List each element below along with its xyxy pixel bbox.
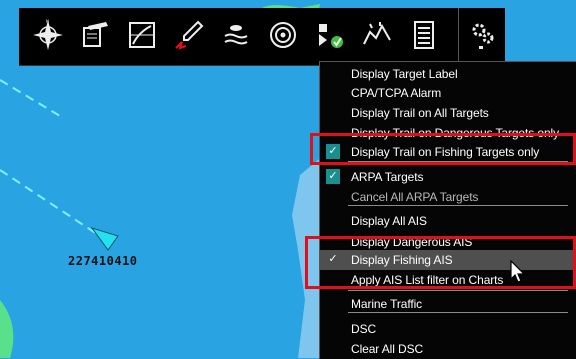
menu-item[interactable]: Clear All DSC <box>320 339 576 359</box>
menu-item[interactable]: Display Trail on All Targets <box>320 103 576 123</box>
notebook-pen-icon[interactable] <box>78 18 112 52</box>
vessel-track-line-2 <box>0 79 61 117</box>
toolbar-divider <box>458 8 459 65</box>
menu-item: Cancel All ARPA Targets <box>320 187 576 207</box>
menu-item[interactable]: Display Trail on Dangerous Targets only <box>320 123 576 143</box>
menu-item[interactable]: DSC <box>320 319 576 339</box>
menu-item-label: Display Target Label <box>351 67 458 81</box>
menu-item[interactable]: Display Dangerous AIS <box>320 232 576 252</box>
layers-check-icon[interactable] <box>313 18 347 52</box>
menu-item[interactable]: ✓ Display Fishing AIS <box>320 250 576 270</box>
compass-rose-icon[interactable]: N <box>31 18 65 52</box>
route-pencil-icon[interactable] <box>172 18 206 52</box>
checkmark-icon: ✓ <box>326 169 340 184</box>
menu-item-label: ARPA Targets <box>351 170 424 184</box>
settings-gears-icon[interactable] <box>465 18 499 52</box>
menu-item-label: Display Trail on All Targets <box>351 106 489 120</box>
menu-item[interactable]: Display Target Label <box>320 64 576 84</box>
menu-item[interactable]: CPA/TCPA Alarm <box>320 83 576 103</box>
data-list-icon[interactable] <box>407 18 441 52</box>
checkmark-icon: ✓ <box>326 144 340 159</box>
menu-item-label: Display Trail on Dangerous Targets only <box>351 126 559 140</box>
ais-settings-dropdown-menu: Display Target Label CPA/TCPA Alarm Displa… <box>319 61 576 359</box>
menu-item-label: DSC <box>351 322 377 336</box>
svg-text:N: N <box>46 19 49 24</box>
menu-item-label: CPA/TCPA Alarm <box>351 86 442 100</box>
mouse-cursor-icon <box>510 260 526 283</box>
menu-item-label: Clear All DSC <box>351 342 424 356</box>
menu-separator <box>348 312 568 313</box>
menu-separator <box>348 161 568 162</box>
chart-grid-icon[interactable] <box>125 18 159 52</box>
menu-separator <box>348 205 568 206</box>
vessel-mmsi-label: 227410410 <box>68 254 138 268</box>
menu-item[interactable]: ✓ ARPA Targets <box>320 167 576 187</box>
checkmark-icon: ✓ <box>328 253 338 265</box>
land-area-bottom <box>0 300 14 358</box>
menu-item-label: Apply AIS List filter on Charts <box>351 273 504 287</box>
menu-separator <box>348 290 568 291</box>
menu-item-label: Display Dangerous AIS <box>351 235 473 249</box>
ais-vessel-icon <box>90 227 119 251</box>
menu-item[interactable]: Apply AIS List filter on Charts <box>320 270 576 290</box>
main-toolbar: N <box>19 8 505 66</box>
menu-item[interactable]: Marine Traffic <box>320 294 576 314</box>
vessel-track-line <box>0 169 101 237</box>
menu-item-label: Cancel All ARPA Targets <box>351 190 479 204</box>
menu-item[interactable]: ✓ Display Trail on Fishing Targets only <box>320 142 576 162</box>
menu-item-label: Display Fishing AIS <box>351 253 453 267</box>
menu-item-label: Display Trail on Fishing Targets only <box>351 145 540 159</box>
tide-current-icon[interactable] <box>360 18 394 52</box>
menu-item[interactable]: Display All AIS <box>320 211 576 231</box>
ais-wave-icon[interactable] <box>219 18 253 52</box>
menu-item-label: Display All AIS <box>351 214 427 228</box>
menu-item-label: Marine Traffic <box>351 297 423 311</box>
target-radar-icon[interactable] <box>266 18 300 52</box>
